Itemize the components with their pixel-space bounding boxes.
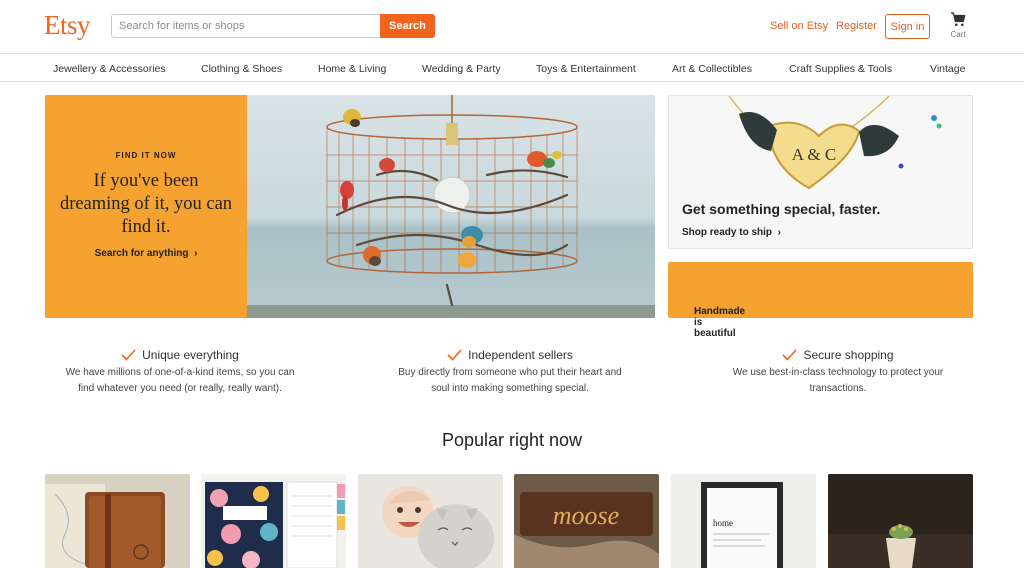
value-prop-unique: Unique everything We have millions of on… <box>50 348 310 397</box>
hero-birdcage-image[interactable] <box>247 95 655 318</box>
cart-icon <box>951 12 966 27</box>
hero-cta-label: Search for anything <box>94 248 189 259</box>
checkmark-icon <box>121 349 136 361</box>
sign-in-button[interactable]: Sign in <box>885 14 930 39</box>
shop-ready-to-ship-link[interactable]: Shop ready to ship › <box>682 227 781 238</box>
hero-banner[interactable]: FIND IT NOW If you've been dreaming of i… <box>45 95 247 318</box>
value-prop-body: We use best-in-class technology to prote… <box>732 367 944 394</box>
leather-journal-image <box>45 474 190 568</box>
ready-to-ship-title: Get something special, faster. <box>682 201 881 217</box>
product-tile-plant[interactable] <box>828 474 973 568</box>
nav-item-vintage[interactable]: Vintage <box>930 63 965 75</box>
keyring-engraving: moose <box>553 501 619 530</box>
cart-button[interactable]: Cart <box>945 12 971 44</box>
baby-with-toy-image <box>358 474 503 568</box>
ready-to-ship-card[interactable]: A & C Get something special, faster. Sho… <box>668 95 973 249</box>
etsy-logo[interactable]: Etsy <box>44 10 91 41</box>
value-prop-title: Independent sellers <box>468 348 573 362</box>
popular-title: Popular right now <box>441 430 583 450</box>
search-bar: Search <box>111 14 435 38</box>
nav-item-jewellery[interactable]: Jewellery & Accessories <box>53 63 166 75</box>
product-tile-planner[interactable] <box>201 474 346 568</box>
nav-item-craft[interactable]: Craft Supplies & Tools <box>789 63 892 75</box>
nav-item-art[interactable]: Art & Collectibles <box>672 63 752 75</box>
leather-name-tag-image: moose <box>514 474 659 568</box>
checkmark-icon <box>782 349 798 361</box>
category-nav: Jewellery & Accessories Clothing & Shoes… <box>0 55 1024 82</box>
nav-item-toys[interactable]: Toys & Entertainment <box>536 63 636 75</box>
search-input[interactable] <box>111 14 380 38</box>
product-tile-baby-toy[interactable] <box>358 474 503 568</box>
value-prop-secure: Secure shopping We use best-in-class tec… <box>708 348 968 397</box>
cart-label: Cart <box>950 30 966 39</box>
site-header: Etsy Search Sell on Etsy Register Sign i… <box>0 0 1024 54</box>
plant-pot-image <box>828 474 973 568</box>
nav-item-wedding[interactable]: Wedding & Party <box>422 63 501 75</box>
product-tile-print[interactable]: home <box>671 474 816 568</box>
handmade-label: Handmade is beautiful <box>694 306 746 339</box>
value-prop-sellers: Independent sellers Buy directly from so… <box>380 348 640 397</box>
print-word: home <box>713 518 733 528</box>
product-tile-journal[interactable] <box>45 474 190 568</box>
sell-on-etsy-link[interactable]: Sell on Etsy <box>770 20 828 32</box>
product-tile-keyring[interactable]: moose <box>514 474 659 568</box>
register-link[interactable]: Register <box>836 20 877 32</box>
birdcage-illustration <box>247 95 655 318</box>
search-button[interactable]: Search <box>380 14 435 38</box>
home-print-image: home <box>671 474 816 568</box>
necklace-engraving: A & C <box>792 145 836 164</box>
nav-item-home[interactable]: Home & Living <box>318 63 386 75</box>
hero-search-link[interactable]: Search for anything › <box>45 248 247 259</box>
value-prop-body: We have millions of one-of-a-kind items,… <box>65 367 295 394</box>
handmade-card[interactable]: Handmade is beautiful › <box>668 262 973 339</box>
nav-item-clothing[interactable]: Clothing & Shoes <box>201 63 282 75</box>
hero-headline: If you've been dreaming of it, you can f… <box>59 171 233 237</box>
value-prop-title: Unique everything <box>142 348 239 362</box>
handmade-link: Handmade is beautiful › <box>681 284 745 339</box>
shop-ready-label: Shop ready to ship <box>682 227 773 238</box>
planner-image <box>201 474 346 568</box>
necklace-image: A & C <box>728 96 942 190</box>
chevron-right-icon: › <box>777 227 781 238</box>
chevron-right-icon: › <box>194 248 198 259</box>
chevron-right-icon: › <box>694 306 698 317</box>
hero-eyebrow: FIND IT NOW <box>115 151 177 160</box>
value-prop-body: Buy directly from someone who put their … <box>398 367 622 394</box>
value-prop-title: Secure shopping <box>803 348 894 362</box>
checkmark-icon <box>447 349 462 361</box>
